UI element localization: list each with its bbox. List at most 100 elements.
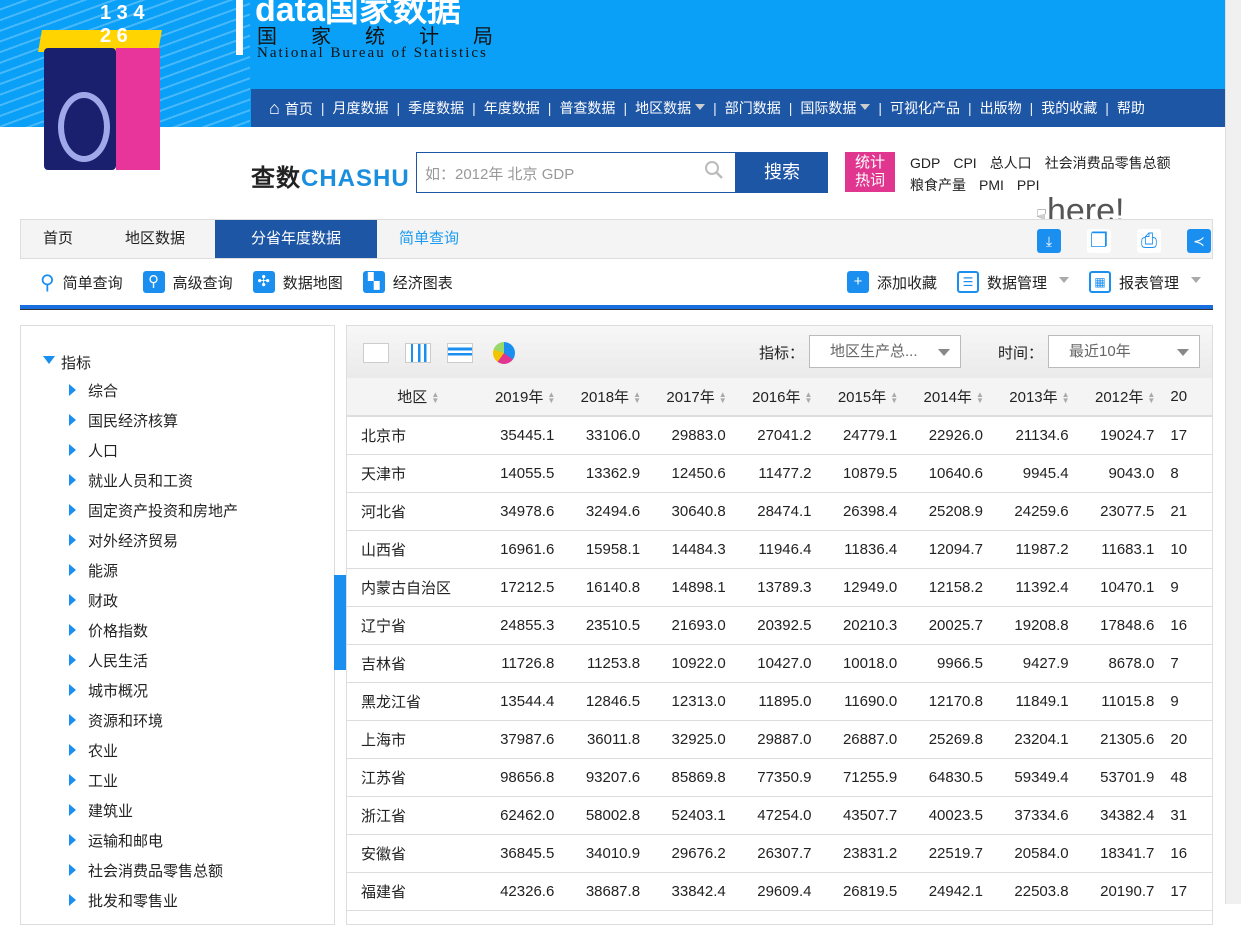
sort-icon[interactable]: ▲ ▼ <box>1146 391 1156 405</box>
hot-word-link[interactable]: 总人口 <box>990 155 1032 171</box>
value-cell: 11477.2 <box>733 454 820 493</box>
sort-icon[interactable]: ▲ ▼ <box>430 391 440 405</box>
tree-item[interactable]: 社会消费品零售总额 <box>69 860 238 890</box>
tree-item[interactable]: 国民经济核算 <box>69 410 238 440</box>
print-icon[interactable]: ⎙ <box>1137 229 1161 253</box>
share-icon[interactable]: ≺ <box>1187 229 1211 253</box>
nav-item[interactable]: ⌂ 首页 <box>261 98 321 119</box>
nav-item[interactable]: 地区数据 <box>627 98 713 118</box>
time-select[interactable]: 最近10年 <box>1048 335 1200 368</box>
nav-separator: | <box>547 100 552 116</box>
data-map-button[interactable]: ✣ 数据地图 <box>252 271 343 293</box>
tree-item[interactable]: 城市概况 <box>69 680 238 710</box>
column-header-year[interactable]: 20 <box>1162 378 1212 417</box>
tree-item[interactable]: 工业 <box>69 770 238 800</box>
tree-item[interactable]: 对外经济贸易 <box>69 530 238 560</box>
tree-item[interactable]: 农业 <box>69 740 238 770</box>
economic-chart-button[interactable]: ▚ 经济图表 <box>362 271 453 293</box>
breadcrumb-region[interactable]: 地区数据 <box>103 220 215 258</box>
tree-item[interactable]: 就业人员和工资 <box>69 470 238 500</box>
page-scrollbar[interactable] <box>1225 0 1241 904</box>
value-cell: 10879.5 <box>819 454 906 493</box>
hot-word-link[interactable]: 社会消费品零售总额 <box>1045 155 1171 171</box>
copy-icon[interactable]: ❐ <box>1087 229 1111 253</box>
tree-item[interactable]: 价格指数 <box>69 620 238 650</box>
column-header-year[interactable]: 2014年 ▲ ▼ <box>905 378 991 417</box>
pie-chart-view-icon[interactable] <box>493 342 515 364</box>
nav-item[interactable]: 月度数据 <box>325 98 397 118</box>
tree-item[interactable]: 固定资产投资和房地产 <box>69 500 238 530</box>
collapsed-icon <box>69 564 82 576</box>
sort-icon[interactable]: ▲ ▼ <box>803 391 813 405</box>
tree-item[interactable]: 批发和零售业 <box>69 890 238 920</box>
tree-item[interactable]: 建筑业 <box>69 800 238 830</box>
indicator-select[interactable]: 地区生产总... <box>809 335 961 368</box>
nav-item[interactable]: 年度数据 <box>476 98 548 118</box>
tree-root[interactable]: 指标 <box>43 352 91 373</box>
column-header-region[interactable]: 地区 ▲ ▼ <box>347 378 477 417</box>
value-cell: 26307.7 <box>733 834 820 873</box>
column-header-year[interactable]: 2018年 ▲ ▼ <box>562 378 649 417</box>
breadcrumb-province-annual[interactable]: 分省年度数据 <box>215 220 378 258</box>
tree-item[interactable]: 综合 <box>69 380 238 410</box>
column-header-year[interactable]: 2012年 ▲ ▼ <box>1076 378 1163 417</box>
hot-word-link[interactable]: GDP <box>910 155 940 171</box>
sort-icon[interactable]: ▲ ▼ <box>1061 391 1071 405</box>
hot-word-link[interactable]: PMI <box>979 177 1004 193</box>
value-cell: 40023.5 <box>905 796 991 835</box>
nav-item[interactable]: 可视化产品 <box>882 98 968 118</box>
chevron-down-icon <box>1058 276 1069 288</box>
tree-item[interactable]: 人口 <box>69 440 238 470</box>
sort-icon[interactable]: ▲ ▼ <box>632 391 642 405</box>
value-cell: 34382.4 <box>1076 796 1163 835</box>
sort-icon[interactable]: ▲ ▼ <box>718 391 728 405</box>
sort-icon[interactable]: ▲ ▼ <box>889 391 899 405</box>
bar-chart-view-icon[interactable] <box>405 343 431 363</box>
region-cell: 山西省 <box>347 530 477 569</box>
tree-item[interactable]: 能源 <box>69 560 238 590</box>
data-management-button[interactable]: ☰ 数据管理 <box>956 271 1069 293</box>
report-management-button[interactable]: ▦ 报表管理 <box>1088 271 1201 293</box>
tree-item[interactable]: 运输和邮电 <box>69 830 238 860</box>
column-header-year[interactable]: 2013年 ▲ ▼ <box>990 378 1077 417</box>
add-favorite-button[interactable]: + 添加收藏 <box>846 271 937 293</box>
search-button[interactable]: 搜索 <box>736 152 828 193</box>
nav-item[interactable]: 国际数据 <box>792 98 878 118</box>
nav-item[interactable]: 季度数据 <box>400 98 472 118</box>
advanced-query-button[interactable]: ⚲ 高级查询 <box>142 271 233 293</box>
nav-item[interactable]: 帮助 <box>1109 98 1153 118</box>
hot-word-link[interactable]: 粮食产量 <box>910 177 966 193</box>
column-header-year[interactable]: 2016年 ▲ ▼ <box>733 378 820 417</box>
value-cell: 26819.5 <box>819 872 906 911</box>
tree-item[interactable]: 资源和环境 <box>69 710 238 740</box>
sort-icon[interactable]: ▲ ▼ <box>975 391 985 405</box>
nav-item[interactable]: 部门数据 <box>717 98 789 118</box>
region-cell: 辽宁省 <box>347 606 477 645</box>
collapsed-icon <box>69 774 82 786</box>
column-header-year[interactable]: 2015年 ▲ ▼ <box>819 378 906 417</box>
hot-word-link[interactable]: PPI <box>1017 177 1040 193</box>
value-cell: 10427.0 <box>733 644 820 683</box>
value-cell: 11683.1 <box>1076 530 1163 569</box>
value-cell: 34978.6 <box>476 492 563 531</box>
horizontal-bar-view-icon[interactable] <box>447 343 473 363</box>
column-header-year[interactable]: 2019年 ▲ ▼ <box>476 378 563 417</box>
tree-item[interactable]: 财政 <box>69 590 238 620</box>
search-icon[interactable] <box>704 160 724 180</box>
column-header-year[interactable]: 2017年 ▲ ▼ <box>648 378 734 417</box>
breadcrumb-home[interactable]: 首页 <box>21 220 103 258</box>
nav-item[interactable]: 出版物 <box>972 98 1030 118</box>
nav-separator: | <box>623 100 628 116</box>
tree-item[interactable]: 人民生活 <box>69 650 238 680</box>
table-view-icon[interactable] <box>363 343 389 363</box>
nav-separator: | <box>788 100 793 116</box>
sidebar-collapse-handle[interactable] <box>334 575 346 670</box>
breadcrumb-simple-query[interactable]: 简单查询 <box>377 220 489 258</box>
sort-icon[interactable]: ▲ ▼ <box>546 391 556 405</box>
hot-word-link[interactable]: CPI <box>953 155 976 171</box>
search-input[interactable]: 如：2012年 北京 GDP <box>416 152 736 193</box>
nav-item[interactable]: 普查数据 <box>551 98 623 118</box>
nav-item[interactable]: 我的收藏 <box>1033 98 1105 118</box>
simple-query-button[interactable]: ⚲ 简单查询 <box>40 270 123 295</box>
download-icon[interactable]: ⤓ <box>1037 229 1061 253</box>
